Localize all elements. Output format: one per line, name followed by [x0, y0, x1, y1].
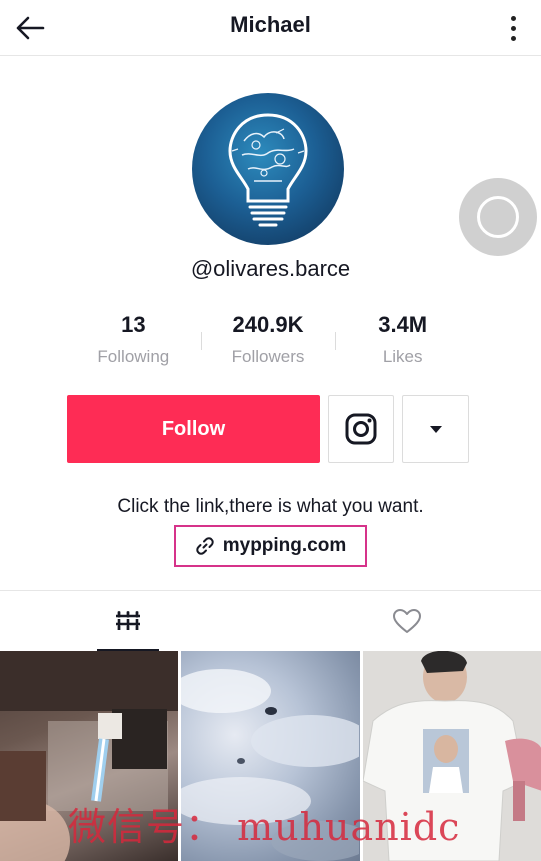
- more-dot-icon: [510, 35, 516, 41]
- instagram-icon: [345, 413, 377, 445]
- profile-tabs: [0, 590, 541, 651]
- stat-label: Likes: [382, 347, 423, 366]
- heart-icon: [393, 609, 421, 633]
- floating-assistive-button[interactable]: [459, 178, 537, 256]
- lightbulb-icon: [228, 113, 308, 227]
- bio-link-text: mypping.com: [222, 535, 347, 556]
- circle-icon: [477, 196, 519, 238]
- stat-value: 13: [121, 312, 146, 337]
- stat-likes: 3.4M Likes: [335, 312, 470, 372]
- stat-value: 3.4M: [378, 312, 428, 337]
- page-title: Michael: [230, 12, 311, 37]
- grid-icon: [115, 610, 141, 630]
- stat-value: 240.9K: [232, 312, 304, 337]
- suggested-accounts-dropdown[interactable]: [402, 395, 469, 463]
- bio-link[interactable]: mypping.com: [174, 525, 367, 567]
- more-dot-icon: [510, 15, 516, 21]
- caret-down-icon: [429, 425, 442, 433]
- profile-bio: Click the link,there is what you want.: [117, 496, 424, 517]
- profile-stats: 13 Following 240.9K Followers 3.4M Likes: [66, 312, 470, 372]
- instagram-button[interactable]: [328, 395, 394, 463]
- username-handle: @olivares.barce: [190, 256, 351, 281]
- top-bar: Michael: [0, 0, 541, 56]
- more-options-button[interactable]: [503, 10, 523, 46]
- stat-label: Followers: [231, 347, 305, 366]
- more-dot-icon: [510, 25, 516, 31]
- follow-button[interactable]: Follow: [67, 395, 320, 463]
- stat-followers[interactable]: 240.9K Followers: [200, 312, 336, 372]
- stat-label: Following: [97, 347, 170, 366]
- link-icon: [196, 537, 214, 555]
- stat-following[interactable]: 13 Following: [66, 312, 201, 372]
- tab-liked[interactable]: [376, 591, 438, 651]
- tab-videos[interactable]: [97, 591, 159, 651]
- avatar[interactable]: [192, 93, 344, 245]
- watermark-text: 微信号： muhuanidc: [68, 805, 461, 849]
